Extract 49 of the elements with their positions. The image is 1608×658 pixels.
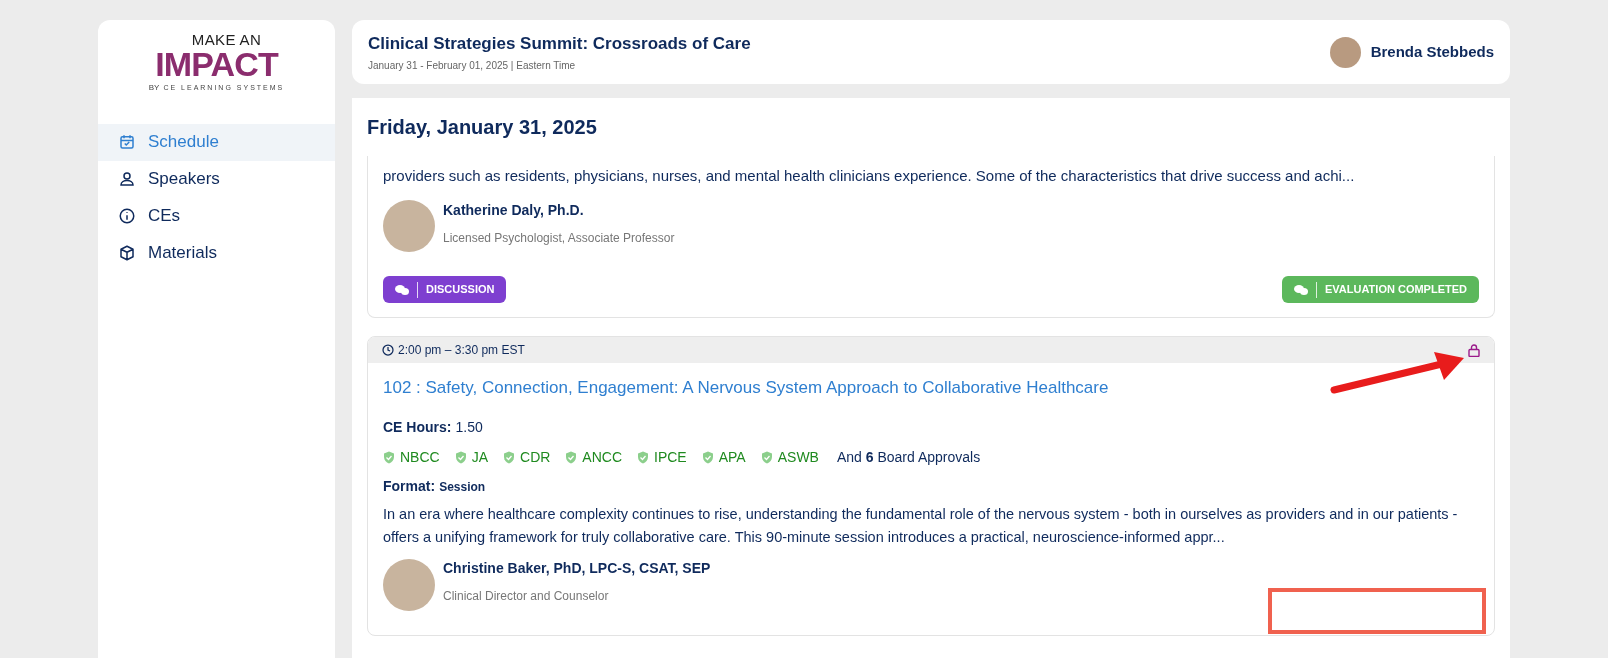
approval-label: NBCC (400, 447, 440, 467)
shield-check-icon (701, 450, 714, 464)
clock-icon (382, 344, 394, 356)
event-title: Clinical Strategies Summit: Crossroads of Care (368, 32, 751, 55)
logo-text: BY (148, 84, 160, 93)
format-label: Format: (383, 476, 436, 496)
ce-hours-label: CE Hours: (383, 417, 452, 437)
user-name[interactable]: Brenda Stebbeds (1370, 40, 1494, 64)
sidebar-item[interactable]: Schedule (98, 123, 335, 161)
shield-check-icon (454, 450, 467, 464)
session-time: 2:00 pm – 3:30 pm EST (398, 342, 525, 359)
chat-bubbles-icon (1294, 283, 1308, 296)
ce-hours-value: 1.50 (455, 417, 483, 437)
speaker-role: Clinical Director and Counselor (443, 588, 610, 605)
session-description: In an era where healthcare complexity continues to rise, understanding the fundamental role of the nervous system - both in ourselves as providers and in our patients - offers a unifying framework for truly collaborative care. This 90-minute session introduces a practical, neuroscience-informed appr... (383, 504, 1459, 547)
approval-label: IPCE (654, 447, 687, 467)
calendar-icon (118, 133, 136, 151)
approval-label: JA (471, 447, 488, 467)
shield-check-icon (565, 450, 578, 464)
sidebar-item[interactable]: CEs (98, 197, 335, 235)
approval-label: ANCC (582, 447, 623, 467)
speaker-name[interactable]: Katherine Daly, Ph.D. (443, 199, 675, 221)
user-avatar (1329, 36, 1361, 68)
board-approvals-text: And 6 Board Approvals (836, 447, 981, 467)
speaker-role: Licensed Psychologist, Associate Professor (443, 229, 675, 247)
session-description: providers such as residents, physicians, nurses, and mental health clinicians experience. Some of the characteristics that drive success and achi... (383, 166, 1356, 186)
session-button[interactable]: DISCUSSION (383, 276, 507, 303)
approval-label: ASWB (777, 447, 819, 467)
sidebar-item[interactable]: Materials (98, 234, 335, 272)
speaker-name[interactable]: Christine Baker, PhD, LPC-S, CSAT, SEP (443, 558, 711, 579)
cube-icon (118, 244, 136, 262)
approval-label: APA (718, 447, 746, 467)
speaker-photo (383, 558, 435, 611)
logo-text: IMPACT (155, 47, 278, 81)
approval-label: CDR (520, 447, 551, 467)
shield-check-icon (383, 450, 395, 464)
speaker-photo (383, 200, 435, 252)
shield-check-icon (637, 450, 650, 464)
logo-text: MAKE AN (190, 32, 262, 47)
person-icon (118, 170, 136, 188)
shield-check-icon (503, 450, 515, 464)
day-heading: Friday, January 31, 2025 (367, 115, 598, 140)
format-value: Session (439, 478, 486, 496)
shield-check-icon (760, 450, 773, 464)
session-title-link[interactable]: 102 : Safety, Connection, Engagement: A Nervous System Approach to Collaborative Healthcare (383, 375, 1109, 401)
info-icon (118, 207, 136, 225)
event-dates: January 31 - February 01, 2025 | Eastern Time (368, 59, 577, 74)
chat-bubbles-icon (395, 283, 409, 296)
sidebar-item[interactable]: Speakers (98, 160, 335, 198)
